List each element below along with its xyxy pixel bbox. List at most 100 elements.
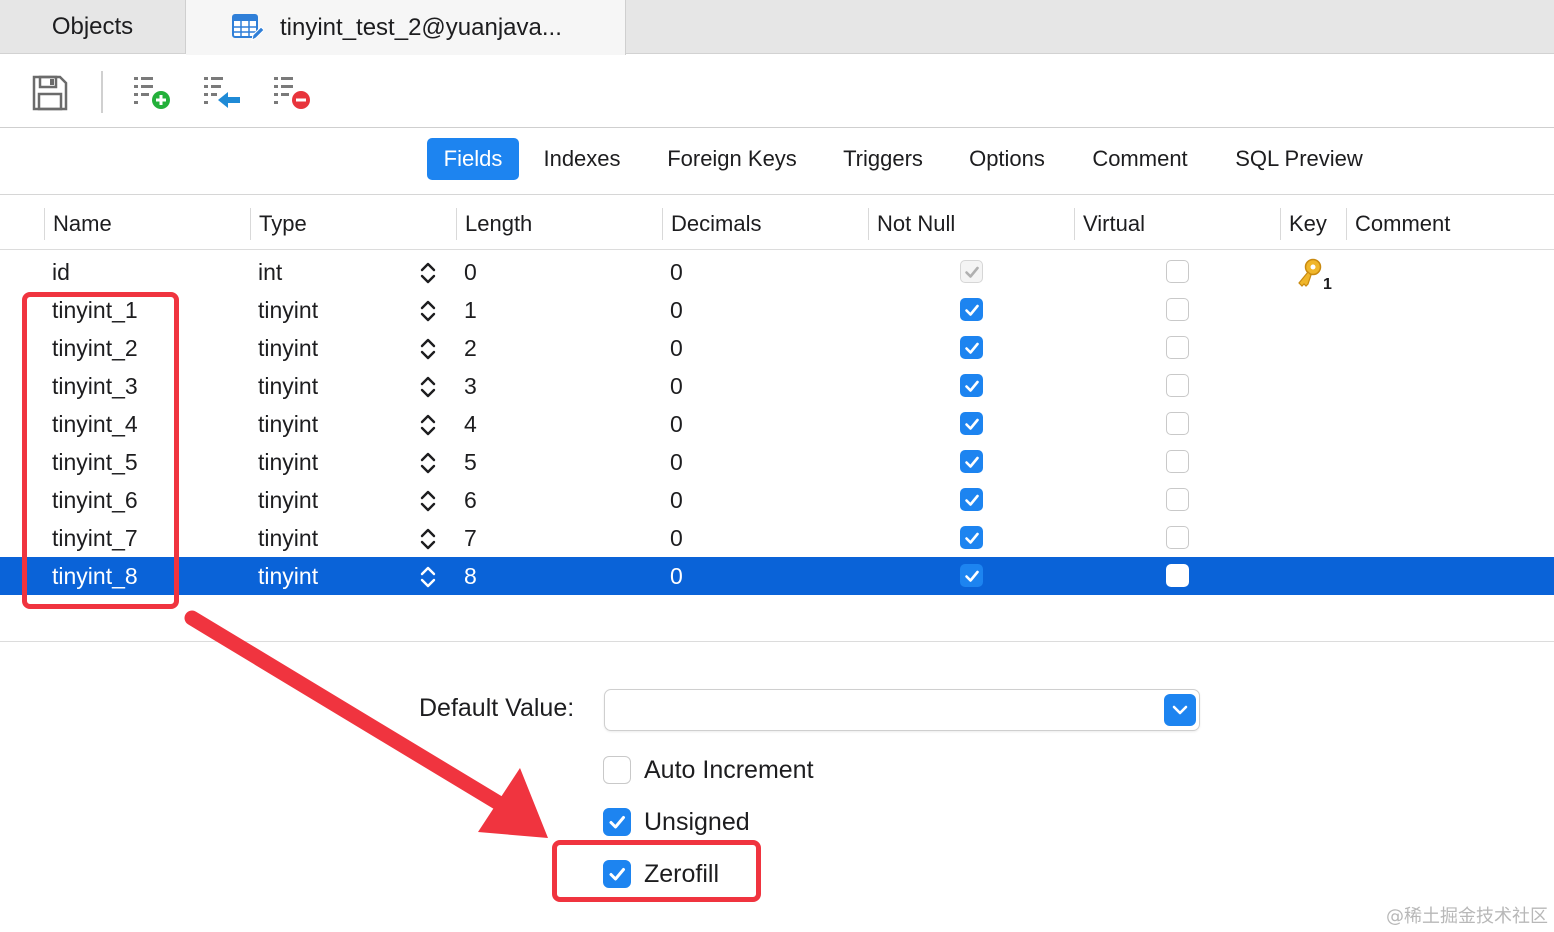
column-header-decimals[interactable]: Decimals (662, 208, 868, 240)
field-name-cell[interactable]: id (52, 253, 70, 291)
field-length-cell[interactable]: 8 (464, 557, 477, 595)
field-decimals-cell[interactable]: 0 (670, 329, 683, 367)
field-type-cell[interactable]: tinyint (258, 557, 318, 595)
field-type-cell[interactable]: tinyint (258, 519, 318, 557)
table-row[interactable]: id int 0 0 1 (0, 253, 1554, 292)
type-stepper-icon[interactable] (418, 413, 438, 437)
not-null-checkbox[interactable] (960, 412, 983, 435)
field-length-cell[interactable]: 7 (464, 519, 477, 557)
field-length-cell[interactable]: 2 (464, 329, 477, 367)
panel-divider (0, 641, 1554, 642)
not-null-checkbox[interactable] (960, 374, 983, 397)
field-type-cell[interactable]: tinyint (258, 443, 318, 481)
column-header-virtual[interactable]: Virtual (1074, 208, 1280, 240)
virtual-checkbox[interactable] (1166, 564, 1189, 587)
virtual-checkbox[interactable] (1166, 336, 1189, 359)
auto-increment-label: Auto Increment (644, 755, 814, 784)
table-row[interactable]: tinyint_5 tinyint 5 0 (0, 443, 1554, 481)
tab-fields[interactable]: Fields (427, 138, 519, 180)
virtual-checkbox[interactable] (1166, 412, 1189, 435)
auto-increment-option[interactable]: Auto Increment (603, 755, 814, 785)
column-header-name[interactable]: Name (44, 208, 250, 240)
field-decimals-cell[interactable]: 0 (670, 405, 683, 443)
type-stepper-icon[interactable] (418, 489, 438, 513)
field-decimals-cell[interactable]: 0 (670, 519, 683, 557)
type-stepper-icon[interactable] (418, 261, 438, 285)
field-length-cell[interactable]: 0 (464, 253, 477, 291)
type-stepper-icon[interactable] (418, 451, 438, 475)
tab-sql-preview[interactable]: SQL Preview (1222, 138, 1376, 180)
add-field-button[interactable] (132, 73, 174, 113)
fields-grid-header: Name Type Length Decimals Not Null Virtu… (0, 196, 1554, 250)
virtual-checkbox[interactable] (1166, 298, 1189, 321)
field-type-cell[interactable]: tinyint (258, 291, 318, 329)
field-type-cell[interactable]: tinyint (258, 329, 318, 367)
field-type-cell[interactable]: tinyint (258, 405, 318, 443)
default-value-dropdown-button[interactable] (1164, 694, 1196, 726)
field-type-cell[interactable]: int (258, 253, 282, 291)
checkmark-icon (964, 532, 979, 544)
auto-increment-checkbox[interactable] (603, 756, 631, 784)
table-row[interactable]: tinyint_8 tinyint 8 0 (0, 557, 1554, 595)
field-decimals-cell[interactable]: 0 (670, 367, 683, 405)
field-type-cell[interactable]: tinyint (258, 481, 318, 519)
column-header-key[interactable]: Key (1280, 208, 1346, 240)
field-length-cell[interactable]: 4 (464, 405, 477, 443)
not-null-checkbox[interactable] (960, 336, 983, 359)
tab-table-design[interactable]: tinyint_test_2@yuanjava... (186, 0, 626, 55)
field-type-cell[interactable]: tinyint (258, 367, 318, 405)
unsigned-checkbox[interactable] (603, 808, 631, 836)
virtual-checkbox[interactable] (1166, 526, 1189, 549)
type-stepper-icon[interactable] (418, 527, 438, 551)
table-row[interactable]: tinyint_3 tinyint 3 0 (0, 367, 1554, 405)
table-row[interactable]: tinyint_7 tinyint 7 0 (0, 519, 1554, 557)
checkmark-icon (964, 380, 979, 392)
field-length-cell[interactable]: 3 (464, 367, 477, 405)
tab-comment[interactable]: Comment (1078, 138, 1202, 180)
default-value-combobox[interactable] (604, 689, 1200, 731)
type-stepper-icon[interactable] (418, 565, 438, 589)
tab-indexes[interactable]: Indexes (532, 138, 632, 180)
field-decimals-cell[interactable]: 0 (670, 557, 683, 595)
table-row[interactable]: tinyint_6 tinyint 6 0 (0, 481, 1554, 519)
virtual-checkbox[interactable] (1166, 260, 1189, 283)
not-null-checkbox[interactable] (960, 488, 983, 511)
virtual-checkbox[interactable] (1166, 450, 1189, 473)
not-null-checkbox[interactable] (960, 526, 983, 549)
column-header-comment[interactable]: Comment (1346, 208, 1552, 240)
tab-options[interactable]: Options (954, 138, 1060, 180)
tab-objects[interactable]: Objects (0, 0, 186, 54)
field-length-cell[interactable]: 5 (464, 443, 477, 481)
table-row[interactable]: tinyint_2 tinyint 2 0 (0, 329, 1554, 367)
default-value-label: Default Value: (419, 694, 575, 722)
field-decimals-cell[interactable]: 0 (670, 481, 683, 519)
field-decimals-cell[interactable]: 0 (670, 443, 683, 481)
not-null-checkbox[interactable] (960, 260, 983, 283)
column-header-label: Name (53, 211, 112, 236)
tab-foreign-keys[interactable]: Foreign Keys (652, 138, 812, 180)
table-row[interactable]: tinyint_4 tinyint 4 0 (0, 405, 1554, 443)
not-null-checkbox[interactable] (960, 564, 983, 587)
tab-triggers[interactable]: Triggers (830, 138, 936, 180)
virtual-checkbox[interactable] (1166, 374, 1189, 397)
delete-field-button[interactable] (272, 73, 314, 113)
field-length-cell[interactable]: 6 (464, 481, 477, 519)
column-header-type[interactable]: Type (250, 208, 456, 240)
column-header-length[interactable]: Length (456, 208, 662, 240)
field-decimals-cell[interactable]: 0 (670, 253, 683, 291)
type-stepper-icon[interactable] (418, 375, 438, 399)
field-length-cell[interactable]: 1 (464, 291, 477, 329)
not-null-checkbox[interactable] (960, 450, 983, 473)
tab-indexes-label: Indexes (543, 146, 621, 171)
column-header-not-null[interactable]: Not Null (868, 208, 1074, 240)
table-row[interactable]: tinyint_1 tinyint 1 0 (0, 291, 1554, 329)
field-decimals-cell[interactable]: 0 (670, 291, 683, 329)
not-null-checkbox[interactable] (960, 298, 983, 321)
virtual-checkbox[interactable] (1166, 488, 1189, 511)
save-button[interactable] (30, 73, 72, 113)
toolbar-separator (101, 71, 103, 113)
unsigned-option[interactable]: Unsigned (603, 807, 750, 837)
insert-field-button[interactable] (202, 73, 244, 113)
type-stepper-icon[interactable] (418, 299, 438, 323)
type-stepper-icon[interactable] (418, 337, 438, 361)
